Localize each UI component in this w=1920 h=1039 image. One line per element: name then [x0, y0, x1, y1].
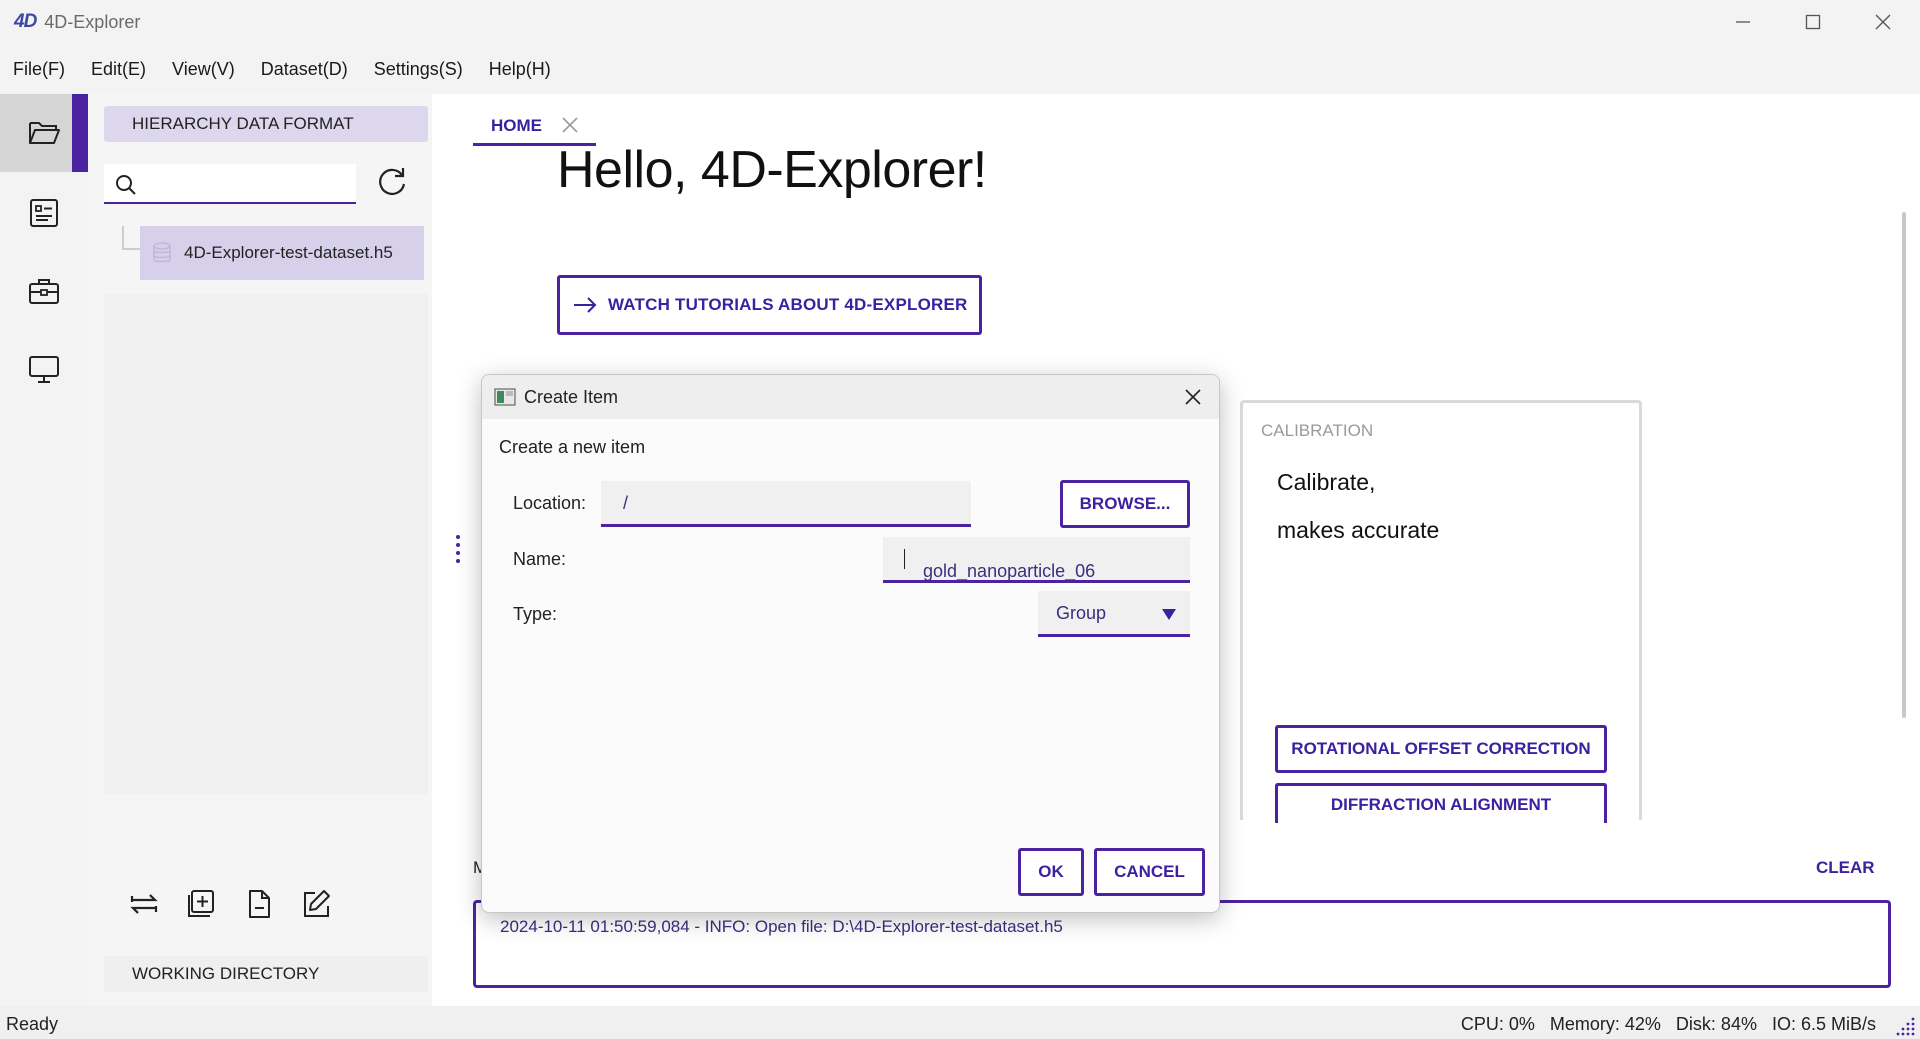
log-output: 2024-10-11 01:50:59,084 - INFO: Open fil…: [473, 900, 1891, 988]
tree-item-label: 4D-Explorer-test-dataset.h5: [184, 243, 393, 262]
type-select[interactable]: Group: [1038, 591, 1190, 637]
watch-tutorials-button[interactable]: WATCH TUTORIALS ABOUT 4D-EXPLORER: [557, 275, 982, 335]
dialog-title: Create Item: [524, 386, 619, 407]
menu-help[interactable]: Help(H): [476, 59, 564, 80]
status-text: Ready: [6, 1014, 59, 1034]
rail-item-files[interactable]: [0, 94, 88, 172]
chevron-down-icon: [1162, 609, 1176, 620]
folder-open-icon: [29, 122, 60, 144]
name-value: gold_nanoparticle_06: [923, 561, 1096, 581]
new-file-button[interactable]: [239, 884, 279, 924]
app-logo: 4D: [14, 11, 37, 32]
menu-dataset[interactable]: Dataset(D): [248, 59, 361, 80]
activity-rail: [0, 94, 88, 1006]
name-field[interactable]: gold_nanoparticle_06: [883, 537, 1190, 583]
menu-edit[interactable]: Edit(E): [78, 59, 159, 80]
type-value: Group: [1056, 603, 1107, 623]
edit-button[interactable]: [296, 884, 336, 924]
menu-bar: File(F) Edit(E) View(V) Dataset(D) Setti…: [0, 44, 1920, 94]
tree-item-dataset[interactable]: 4D-Explorer-test-dataset.h5: [140, 226, 424, 280]
toolbox-icon: [29, 279, 59, 304]
main-scrollbar[interactable]: [1902, 212, 1906, 718]
dialog-title-bar: Create Item: [482, 375, 1219, 419]
refresh-button[interactable]: [372, 162, 412, 202]
type-label: Type:: [513, 604, 558, 624]
menu-settings[interactable]: Settings(S): [361, 59, 476, 80]
title-bar: 4D 4D-Explorer: [0, 0, 1920, 44]
search-field[interactable]: [104, 164, 356, 204]
splitter-handle[interactable]: [455, 534, 461, 566]
maximize-icon[interactable]: [1778, 0, 1848, 44]
status-bar: Ready CPU: 0% Memory: 42% Disk: 84% IO: …: [0, 1006, 1920, 1039]
window-title: 4D-Explorer: [44, 11, 141, 32]
menu-file[interactable]: File(F): [0, 59, 78, 80]
location-value: /: [623, 493, 629, 513]
add-item-button[interactable]: [181, 884, 221, 924]
create-item-dialog: Create Item Create a new item Location: …: [481, 374, 1220, 913]
search-icon: [116, 175, 136, 195]
browse-button[interactable]: BROWSE...: [1060, 480, 1190, 528]
swap-button[interactable]: [124, 884, 164, 924]
swap-icon: [130, 894, 158, 914]
system-stats: CPU: 0% Memory: 42% Disk: 84% IO: 6.5 Mi…: [1460, 1014, 1876, 1034]
tab-home-label: HOME: [491, 115, 542, 135]
clear-button[interactable]: CLEAR: [1816, 858, 1875, 878]
log-line: 2024-10-11 01:50:59,084 - INFO: Open fil…: [500, 917, 1063, 936]
calibration-line-1: Calibrate,: [1277, 469, 1376, 495]
name-value-wrap: gold_nanoparticle_06: [903, 549, 1095, 581]
monitor-icon: [29, 356, 59, 383]
location-label: Location:: [513, 493, 587, 513]
rotational-offset-button[interactable]: ROTATIONAL OFFSET CORRECTION: [1275, 725, 1607, 773]
menu-view[interactable]: View(V): [159, 59, 248, 80]
refresh-icon: [379, 168, 406, 195]
dialog-close-icon[interactable]: [1177, 381, 1209, 413]
tree-connector: [122, 226, 140, 250]
new-file-icon: [249, 890, 270, 918]
close-icon[interactable]: [1848, 0, 1918, 44]
calibration-header: CALIBRATION: [1261, 421, 1374, 440]
location-field[interactable]: /: [601, 481, 971, 527]
file-toolbar: [104, 874, 428, 934]
edit-icon: [304, 890, 330, 917]
rail-item-display[interactable]: [0, 330, 88, 408]
close-tab-icon[interactable]: [562, 113, 578, 139]
dialog-app-icon: [494, 388, 516, 406]
resize-grip-icon[interactable]: [1894, 1015, 1916, 1037]
document-list-icon: [30, 199, 58, 227]
watch-tutorials-label: WATCH TUTORIALS ABOUT 4D-EXPLORER: [608, 295, 968, 314]
tree-view: [104, 294, 428, 794]
search-input[interactable]: [144, 170, 344, 198]
minimize-icon[interactable]: [1708, 0, 1778, 44]
rail-item-tools[interactable]: [0, 252, 88, 330]
ok-button[interactable]: OK: [1018, 848, 1084, 896]
page-title: Hello, 4D-Explorer!: [557, 141, 987, 199]
arrow-right-icon: [574, 297, 597, 313]
file-panel: HIERARCHY DATA FORMAT 4D-Explorer-test-d…: [88, 94, 432, 1006]
panel-header: HIERARCHY DATA FORMAT: [104, 106, 428, 142]
cancel-button[interactable]: CANCEL: [1094, 848, 1205, 896]
text-caret: [904, 549, 905, 569]
diffraction-alignment-button[interactable]: DIFFRACTION ALIGNMENT: [1275, 783, 1607, 823]
add-item-icon: [188, 890, 214, 917]
rail-item-info[interactable]: [0, 174, 88, 252]
database-icon: [153, 242, 171, 263]
calibration-line-2: makes accurate: [1277, 517, 1440, 543]
dialog-subtitle: Create a new item: [499, 437, 646, 457]
calibration-card: CALIBRATION Calibrate, makes accurate RO…: [1240, 400, 1642, 823]
name-label: Name:: [513, 549, 567, 569]
working-directory-header[interactable]: WORKING DIRECTORY: [104, 956, 428, 992]
